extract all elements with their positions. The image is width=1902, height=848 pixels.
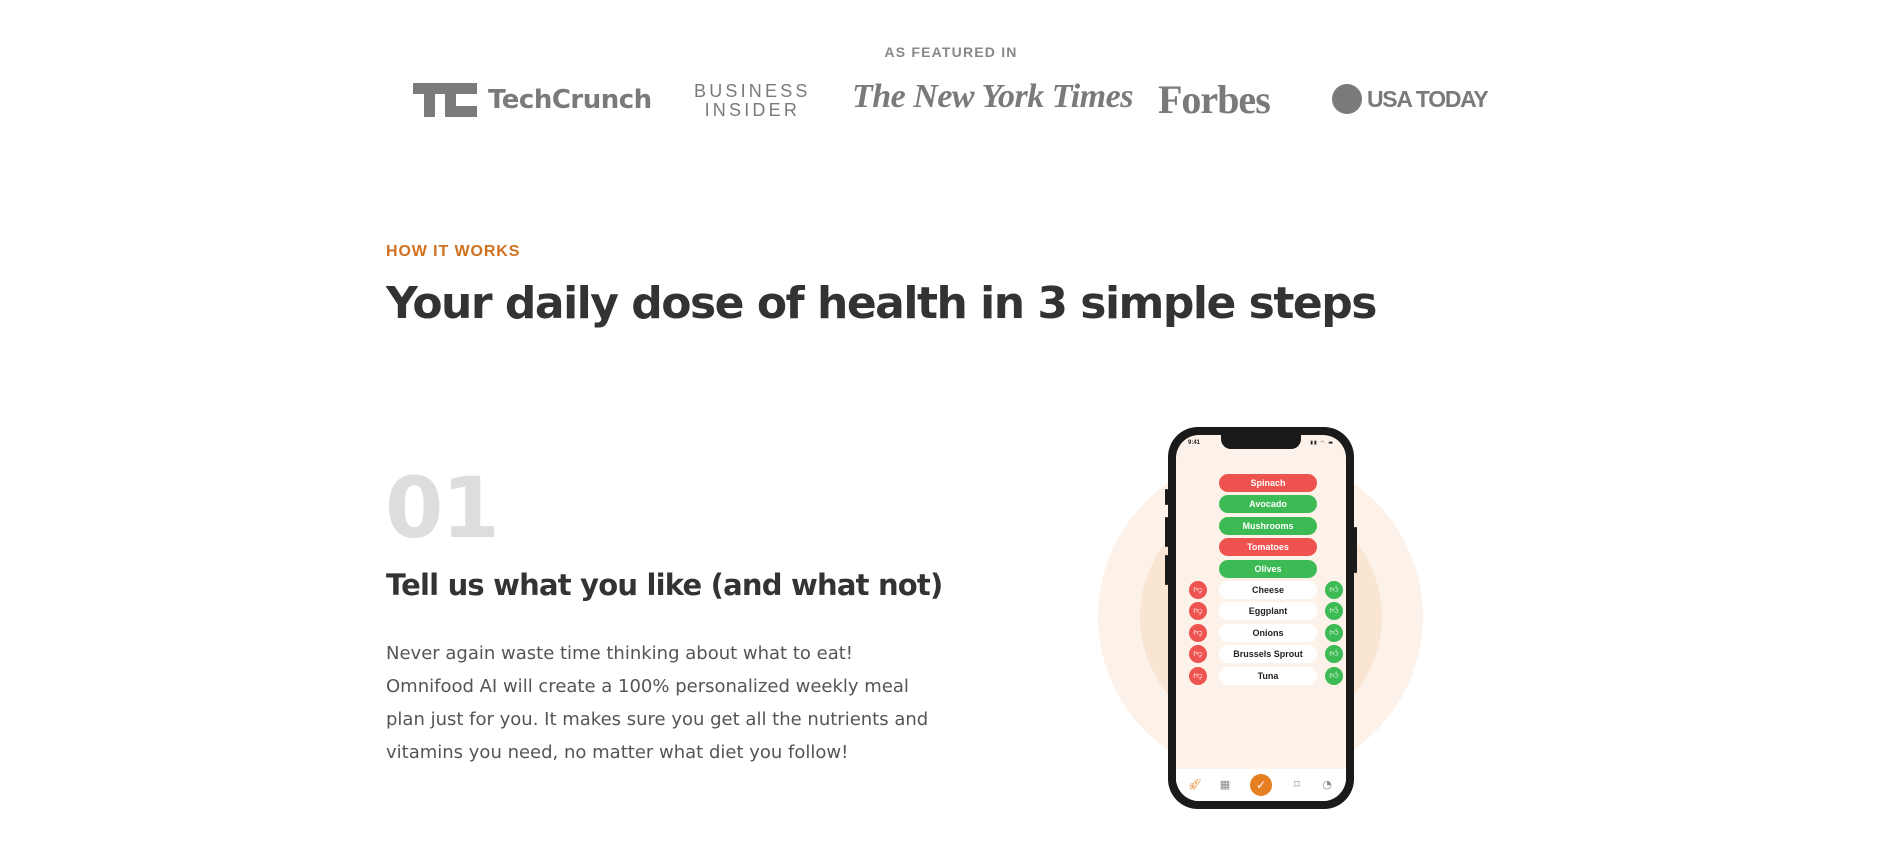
business-insider-line1: BUSINESS — [694, 81, 811, 101]
featured-label: AS FEATURED IN — [884, 44, 1018, 60]
thumbs-down-icon[interactable]: 👎︎ — [1189, 581, 1207, 599]
how-it-works-heading: Your daily dose of health in 3 simple st… — [386, 278, 1377, 329]
usatoday-logo: USA TODAY — [1332, 84, 1489, 114]
status-icons: ▮▮ ◠ ▬ — [1310, 440, 1334, 446]
how-it-works-subheading: HOW IT WORKS — [386, 243, 521, 260]
thumbs-down-icon[interactable]: 👎︎ — [1189, 602, 1207, 621]
thumbs-up-icon[interactable]: 👍︎ — [1325, 581, 1343, 599]
thumbs-up-icon[interactable]: 👍︎ — [1325, 602, 1343, 621]
food-item-label: Cheese — [1219, 581, 1317, 599]
forbes-logo: Forbes — [1158, 77, 1271, 122]
phone-screen: 9:41 ▮▮ ◠ ▬ Spinach Avocado Mushrooms Tomat… — [1176, 435, 1346, 801]
step-number: 01 — [385, 459, 500, 557]
techcrunch-logo: TechCrunch — [413, 83, 652, 117]
selected-food-pill[interactable]: Mushrooms — [1219, 516, 1317, 535]
calendar-icon[interactable]: ▦ — [1218, 778, 1232, 791]
selected-food-pill[interactable]: Avocado — [1219, 495, 1317, 514]
phone-side-button — [1165, 489, 1168, 505]
thumbs-up-icon[interactable]: 👍︎ — [1325, 623, 1343, 642]
user-icon[interactable]: ◔ — [1320, 778, 1334, 791]
featured-section: AS FEATURED IN TechCrunch BUSINESS INSID… — [0, 0, 1902, 150]
selected-food-pill[interactable]: Tomatoes — [1219, 538, 1317, 557]
business-insider-logo: BUSINESS INSIDER — [694, 82, 811, 120]
phone-mockup: 9:41 ▮▮ ◠ ▬ Spinach Avocado Mushrooms Tomat… — [1165, 427, 1357, 809]
status-time: 9:41 — [1188, 440, 1201, 446]
nyt-logo: The New York Times — [852, 78, 1133, 115]
phone-side-button — [1165, 517, 1168, 547]
thumbs-up-icon[interactable]: 👍︎ — [1325, 666, 1343, 685]
techcrunch-mark-icon — [413, 83, 477, 117]
bookmark-icon[interactable]: ⌑ — [1290, 778, 1304, 791]
thumbs-down-icon[interactable]: 👎︎ — [1189, 666, 1207, 685]
techcrunch-wordmark: TechCrunch — [488, 85, 652, 115]
selected-food-pill[interactable]: Olives — [1219, 559, 1317, 578]
food-item-label: Brussels Sprout — [1219, 645, 1317, 664]
step-title: Tell us what you like (and what not) — [386, 568, 943, 602]
food-item-label: Tuna — [1219, 666, 1317, 685]
phone-notch — [1221, 435, 1301, 449]
thumbs-down-icon[interactable]: 👎︎ — [1189, 623, 1207, 642]
step-description: Never again waste time thinking about wh… — [386, 643, 929, 763]
rocket-icon[interactable]: 🚀︎ — [1188, 778, 1202, 791]
phone-side-button — [1354, 527, 1357, 573]
food-item-label: Eggplant — [1219, 602, 1317, 621]
thumbs-down-icon[interactable]: 👎︎ — [1189, 645, 1207, 664]
usatoday-dot-icon — [1332, 84, 1362, 114]
thumbs-up-icon[interactable]: 👍︎ — [1325, 645, 1343, 664]
phone-tab-bar: 🚀︎ ▦ ✓ ⌑ ◔ — [1176, 769, 1346, 801]
food-item-label: Onions — [1219, 623, 1317, 642]
phone-side-button — [1165, 555, 1168, 585]
checkmark-icon[interactable]: ✓ — [1250, 774, 1272, 796]
business-insider-line2: INSIDER — [704, 100, 801, 120]
selected-food-pill[interactable]: Spinach — [1219, 474, 1317, 492]
usatoday-wordmark: USA TODAY — [1367, 85, 1489, 112]
